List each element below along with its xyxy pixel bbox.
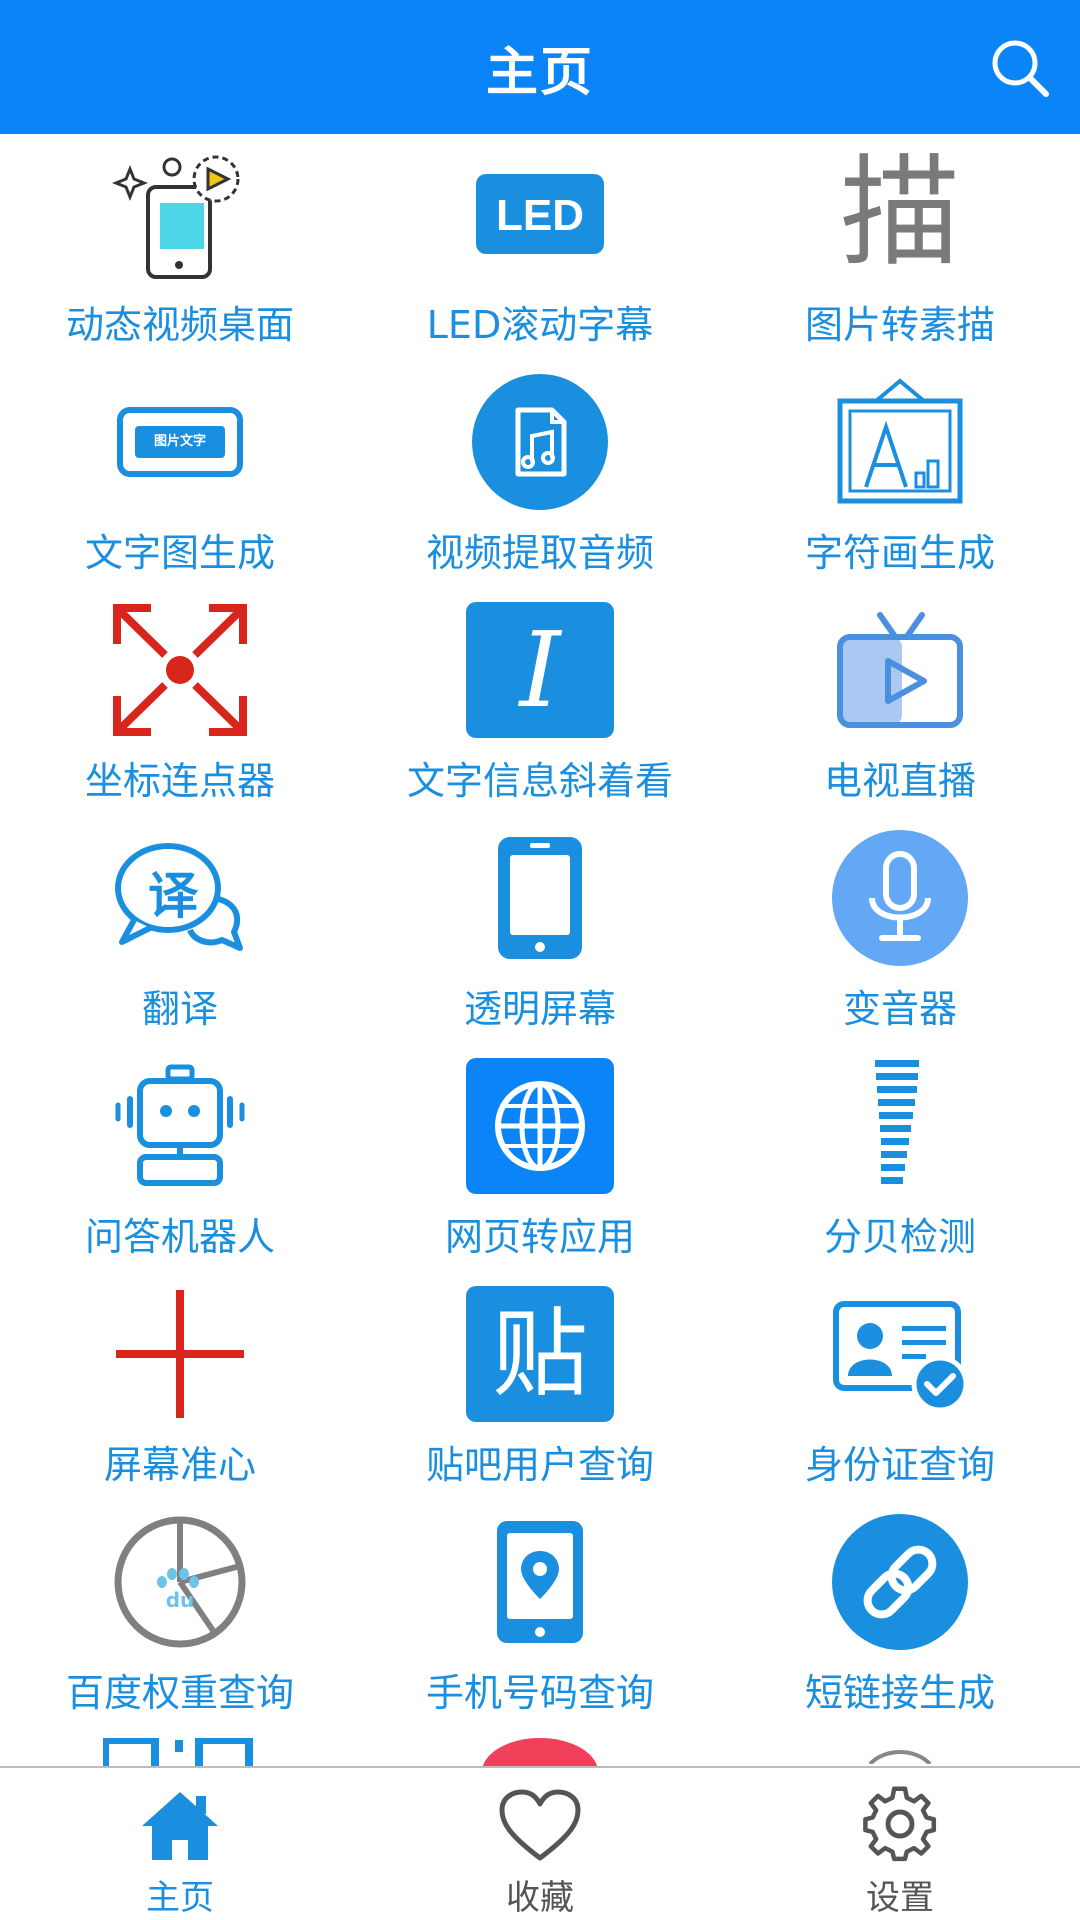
expand-arrows-icon	[113, 604, 247, 736]
feature-label: 电视直播	[823, 759, 976, 803]
qr-code-icon	[103, 1738, 253, 1766]
feature-label: 分贝检测	[823, 1215, 976, 1259]
red-circle-icon	[482, 1738, 598, 1766]
feature-item-sketch[interactable]: 描 图片转素描	[720, 134, 1080, 362]
tab-label: 主页	[146, 1878, 214, 1918]
italic-glyph: I	[519, 609, 561, 731]
feature-label: 文字信息斜着看	[406, 759, 673, 803]
feature-item-char-art[interactable]: 字符画生成	[720, 362, 1080, 590]
feature-item-partial[interactable]	[360, 1730, 720, 1766]
gear-icon	[863, 1786, 937, 1862]
feature-label: 视频提取音频	[425, 531, 654, 575]
baidu-weight-icon	[114, 1516, 246, 1648]
feature-label: 身份证查询	[804, 1443, 995, 1487]
feature-item-web-to-app[interactable]: 网页转应用	[360, 1046, 720, 1274]
feature-grid: 动态视频桌面 LED LED滚动字幕 描 图片转素描 图片文字 文字图生成 视频…	[0, 134, 1080, 1766]
feature-item-transparent-screen[interactable]: 透明屏幕	[360, 818, 720, 1046]
bottom-tab-bar: 主页 收藏 设置	[0, 1766, 1080, 1920]
microphone-icon	[832, 830, 968, 966]
search-icon	[992, 40, 1049, 97]
id-card-icon	[833, 1301, 969, 1413]
feature-label: 透明屏幕	[463, 987, 616, 1031]
feature-label: LED滚动字幕	[426, 303, 654, 347]
feature-item-text-image[interactable]: 图片文字 文字图生成	[0, 362, 360, 590]
feature-item-auto-clicker[interactable]: 坐标连点器	[0, 590, 360, 818]
tab-favorites[interactable]: 收藏	[360, 1768, 720, 1920]
feature-item-short-link[interactable]: 短链接生成	[720, 1502, 1080, 1730]
feature-item-tieba-query[interactable]: 贴 贴吧用户查询	[360, 1274, 720, 1502]
crosshair-icon	[116, 1290, 244, 1418]
feature-label: 翻译	[141, 987, 218, 1031]
link-icon	[832, 1514, 968, 1650]
feature-label: 动态视频桌面	[65, 303, 294, 347]
tieba-glyph: 贴	[492, 1298, 588, 1410]
feature-label: 文字图生成	[84, 531, 275, 575]
globe-icon	[466, 1058, 614, 1194]
search-button[interactable]	[984, 32, 1056, 104]
picture-frame-icon	[837, 378, 963, 504]
feature-label: 屏幕准心	[103, 1443, 256, 1487]
feature-item-phone-number-query[interactable]: 手机号码查询	[360, 1502, 720, 1730]
italic-icon: I	[466, 602, 614, 738]
feature-item-baidu-weight[interactable]: du 百度权重查询	[0, 1502, 360, 1730]
feature-label: 百度权重查询	[65, 1671, 294, 1715]
feature-label: 坐标连点器	[84, 759, 275, 803]
feature-item-partial[interactable]	[720, 1730, 1080, 1766]
gray-arc-icon	[868, 1750, 932, 1764]
tv-icon	[837, 612, 963, 728]
tab-label: 收藏	[506, 1878, 574, 1918]
phone-icon	[498, 837, 582, 959]
live-wallpaper-icon	[111, 155, 240, 279]
feature-label: 网页转应用	[444, 1215, 635, 1259]
top-bar: 主页	[0, 0, 1080, 134]
translate-glyph: 译	[148, 867, 198, 925]
svg-text:LED: LED	[496, 191, 584, 240]
tab-home[interactable]: 主页	[0, 1768, 360, 1920]
feature-item-live-wallpaper[interactable]: 动态视频桌面	[0, 134, 360, 362]
feature-item-id-card[interactable]: 身份证查询	[720, 1274, 1080, 1502]
feature-label: 图片转素描	[804, 303, 995, 347]
feature-label: 贴吧用户查询	[425, 1443, 654, 1487]
feature-item-qa-robot[interactable]: 问答机器人	[0, 1046, 360, 1274]
page-title: 主页	[485, 42, 594, 103]
tab-settings[interactable]: 设置	[720, 1768, 1080, 1920]
decibel-bars-icon	[875, 1060, 919, 1184]
feature-label: 手机号码查询	[425, 1671, 654, 1715]
feature-item-translate[interactable]: 译 翻译	[0, 818, 360, 1046]
feature-item-voice-changer[interactable]: 变音器	[720, 818, 1080, 1046]
tieba-icon: 贴	[466, 1286, 614, 1422]
feature-item-led-subtitle[interactable]: LED LED滚动字幕	[360, 134, 720, 362]
tab-label: 设置	[866, 1878, 934, 1918]
feature-label: 短链接生成	[804, 1671, 995, 1715]
feature-item-partial[interactable]	[0, 1730, 360, 1766]
sketch-character-icon: 描	[840, 144, 960, 283]
app-root: 主页 动态视频桌面 LED LED滚动字幕 描 图片转素描 图片文字 文字图生成…	[0, 0, 1080, 1920]
feature-label: 字符画生成	[804, 531, 995, 575]
heart-icon	[499, 1789, 581, 1861]
feature-item-italic-text[interactable]: I 文字信息斜着看	[360, 590, 720, 818]
text-image-caption: 图片文字	[153, 434, 206, 449]
feature-item-crosshair[interactable]: 屏幕准心	[0, 1274, 360, 1502]
feature-item-extract-audio[interactable]: 视频提取音频	[360, 362, 720, 590]
feature-label: 问答机器人	[84, 1215, 275, 1259]
audio-file-icon	[472, 374, 608, 510]
baidu-du-glyph: du	[165, 1588, 195, 1612]
led-icon: LED	[476, 174, 604, 254]
home-icon	[142, 1792, 218, 1860]
feature-item-decibel[interactable]: 分贝检测	[720, 1046, 1080, 1274]
feature-item-tv-live[interactable]: 电视直播	[720, 590, 1080, 818]
feature-label: 变音器	[842, 987, 957, 1031]
phone-location-icon	[497, 1521, 583, 1643]
robot-icon	[115, 1064, 245, 1186]
